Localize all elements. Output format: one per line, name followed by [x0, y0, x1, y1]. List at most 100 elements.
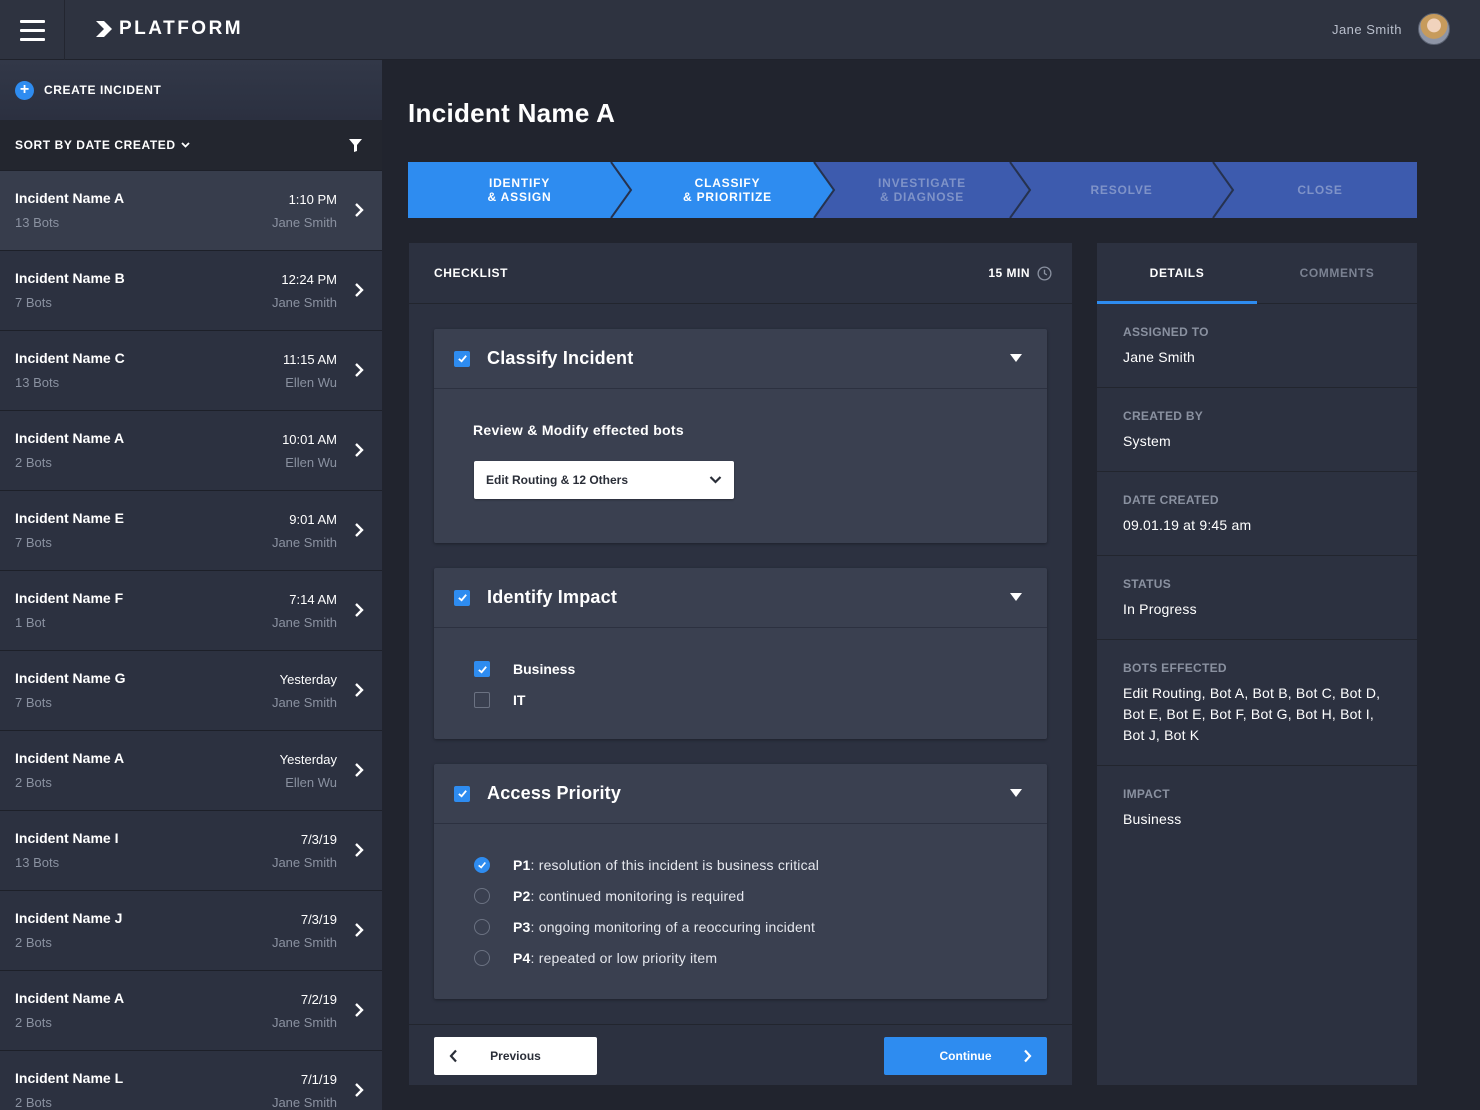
incident-row[interactable]: Incident Name F 1 Bot 7:14 AM Jane Smith — [0, 571, 382, 651]
priority-option[interactable]: P4: repeated or low priority item — [474, 950, 717, 966]
impact-card-header[interactable]: Identify Impact — [434, 568, 1047, 628]
create-incident-button[interactable]: + CREATE INCIDENT — [0, 60, 382, 120]
chevron-right-icon[interactable] — [354, 1082, 364, 1098]
step-4[interactable]: RESOLVE — [1020, 162, 1223, 218]
continue-button[interactable]: Continue — [884, 1037, 1047, 1075]
chevron-right-icon[interactable] — [354, 522, 364, 538]
checkmark-icon — [457, 594, 467, 602]
priority-option-label: P1: resolution of this incident is busin… — [513, 857, 819, 873]
incident-user: Ellen Wu — [285, 375, 337, 390]
impact-checkbox[interactable] — [454, 589, 470, 606]
detail-field: BOTS EFFECTED Edit Routing, Bot A, Bot B,… — [1097, 640, 1417, 766]
brand-logo[interactable]: PLATFORM — [95, 18, 243, 40]
chevron-right-icon — [1024, 1049, 1032, 1063]
priority-description: : continued monitoring is required — [530, 888, 745, 904]
priority-radio[interactable] — [474, 888, 490, 904]
priority-option[interactable]: P3: ongoing monitoring of a reoccuring i… — [474, 919, 815, 935]
priority-checkbox[interactable] — [454, 785, 470, 802]
checklist-panel: CHECKLIST 15 MIN Classify Incident Revie… — [409, 243, 1072, 1085]
incident-row[interactable]: Incident Name A 2 Bots 7/2/19 Jane Smith — [0, 971, 382, 1051]
incident-time: 9:01 AM — [289, 512, 337, 527]
progress-stepper: IDENTIFY & ASSIGN CLASSIFY & PRIORITIZE IN… — [408, 162, 1417, 218]
checklist-header: CHECKLIST 15 MIN — [409, 243, 1072, 304]
tab-comments[interactable]: COMMENTS — [1257, 243, 1417, 303]
incident-name: Incident Name A — [15, 990, 125, 1006]
incident-name: Incident Name L — [15, 1070, 124, 1086]
priority-option[interactable]: P2: continued monitoring is required — [474, 888, 744, 904]
incident-row[interactable]: Incident Name A 2 Bots 10:01 AM Ellen Wu — [0, 411, 382, 491]
incident-bot-count: 2 Bots — [15, 775, 52, 790]
menu-icon[interactable] — [0, 0, 65, 60]
avatar[interactable] — [1418, 13, 1450, 45]
incident-row[interactable]: Incident Name J 2 Bots 7/3/19 Jane Smith — [0, 891, 382, 971]
checklist-timer: 15 MIN — [988, 265, 1052, 281]
chevron-right-icon[interactable] — [354, 362, 364, 378]
chevron-right-icon[interactable] — [354, 602, 364, 618]
chevron-right-icon[interactable] — [354, 1002, 364, 1018]
sort-dropdown[interactable]: SORT BY DATE CREATED — [15, 138, 190, 152]
impact-option[interactable]: Business — [474, 661, 575, 677]
priority-option[interactable]: P1: resolution of this incident is busin… — [474, 857, 819, 873]
priority-radio[interactable] — [474, 857, 490, 873]
incident-user: Jane Smith — [271, 535, 337, 550]
affected-bots-value: Edit Routing & 12 Others — [486, 473, 629, 487]
collapse-caret-icon[interactable] — [1010, 354, 1022, 362]
priority-code: P2 — [513, 888, 531, 904]
incident-row[interactable]: Incident Name I 13 Bots 7/3/19 Jane Smith — [0, 811, 382, 891]
detail-field-value: Business — [1123, 811, 1182, 827]
incident-name: Incident Name E — [15, 510, 124, 526]
incident-user: Jane Smith — [271, 855, 337, 870]
chevron-right-icon[interactable] — [354, 442, 364, 458]
chevron-right-icon[interactable] — [354, 922, 364, 938]
classify-card-header[interactable]: Classify Incident — [434, 329, 1047, 389]
checkmark-icon — [457, 355, 467, 363]
filter-icon[interactable] — [349, 138, 362, 152]
incident-name: Incident Name C — [15, 350, 125, 366]
incident-time: Yesterday — [279, 672, 337, 687]
incident-bot-count: 13 Bots — [15, 375, 60, 390]
incident-row[interactable]: Incident Name G 7 Bots Yesterday Jane Smith — [0, 651, 382, 731]
classify-checkbox[interactable] — [454, 350, 470, 367]
user-menu[interactable]: Jane Smith — [1332, 13, 1450, 45]
incident-name: Incident Name B — [15, 270, 125, 286]
incident-time: Yesterday — [279, 752, 337, 767]
incident-row[interactable]: Incident Name A 2 Bots Yesterday Ellen Wu — [0, 731, 382, 811]
incident-name: Incident Name F — [15, 590, 124, 606]
checklist-footer: Previous Continue — [409, 1024, 1072, 1085]
incident-row[interactable]: Incident Name L 2 Bots 7/1/19 Jane Smith — [0, 1051, 382, 1110]
priority-radio[interactable] — [474, 919, 490, 935]
chevron-right-icon[interactable] — [354, 282, 364, 298]
chevron-right-icon[interactable] — [354, 762, 364, 778]
incident-name: Incident Name A — [15, 430, 125, 446]
priority-description: : resolution of this incident is busines… — [530, 857, 820, 873]
detail-field-label: DATE CREATED — [1123, 493, 1219, 507]
priority-radio[interactable] — [474, 950, 490, 966]
priority-code: P4 — [513, 950, 531, 966]
incident-row[interactable]: Incident Name A 13 Bots 1:10 PM Jane Smith — [0, 171, 382, 251]
impact-checkbox[interactable] — [474, 661, 490, 677]
incident-row[interactable]: Incident Name E 7 Bots 9:01 AM Jane Smith — [0, 491, 382, 571]
chevron-right-icon[interactable] — [354, 202, 364, 218]
priority-card-header[interactable]: Access Priority — [434, 764, 1047, 824]
collapse-caret-icon[interactable] — [1010, 593, 1022, 601]
incident-time: 1:10 PM — [288, 192, 337, 207]
impact-option-label: Business — [513, 661, 576, 677]
chevron-right-icon[interactable] — [354, 682, 364, 698]
step-3[interactable]: INVESTIGATE & DIAGNOSE — [824, 162, 1020, 218]
previous-button[interactable]: Previous — [434, 1037, 597, 1075]
step-1[interactable]: IDENTIFY & ASSIGN — [408, 162, 631, 218]
incident-row[interactable]: Incident Name B 7 Bots 12:24 PM Jane Smith — [0, 251, 382, 331]
step-2[interactable]: CLASSIFY & PRIORITIZE — [621, 162, 834, 218]
affected-bots-select[interactable]: Edit Routing & 12 Others — [474, 461, 734, 499]
impact-checkbox[interactable] — [474, 692, 490, 708]
step-5[interactable]: CLOSE — [1223, 162, 1417, 218]
collapse-caret-icon[interactable] — [1010, 789, 1022, 797]
chevron-right-icon[interactable] — [354, 842, 364, 858]
incident-time: 10:01 AM — [282, 432, 337, 447]
priority-description: : ongoing monitoring of a reoccuring inc… — [530, 919, 816, 935]
impact-option[interactable]: IT — [474, 692, 525, 708]
priority-code: P1 — [513, 857, 531, 873]
incident-row[interactable]: Incident Name C 13 Bots 11:15 AM Ellen Wu — [0, 331, 382, 411]
user-name: Jane Smith — [1331, 21, 1402, 37]
tab-details[interactable]: DETAILS — [1097, 243, 1257, 304]
